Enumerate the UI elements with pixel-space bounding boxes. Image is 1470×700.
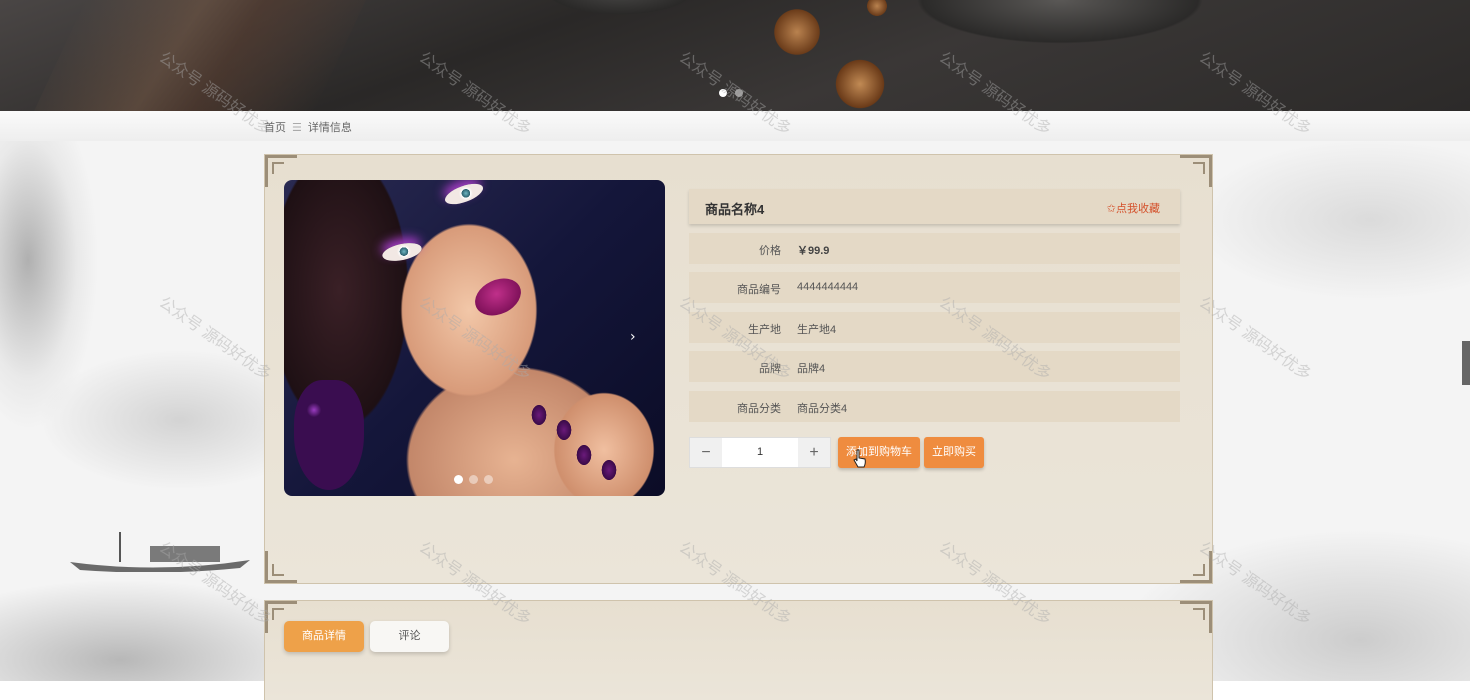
corner-ornament-icon [265,551,297,583]
breadcrumb: 首页 ☰ 详情信息 [264,119,352,135]
corner-ornament-icon [1180,551,1212,583]
field-value: 4444444444 [797,281,859,293]
info-row-price: 价格 ￥99.9 [689,233,1180,264]
product-title-row: 商品名称4 ✩点我收藏 [689,189,1180,224]
image-pagination[interactable] [454,475,493,484]
model-eye [380,240,424,264]
carousel-next-icon[interactable]: › [630,329,636,345]
model-eye [442,180,486,209]
breadcrumb-home-link[interactable]: 首页 [264,119,286,135]
product-name: 商品名称4 [705,202,765,217]
quantity-stepper[interactable]: − 1 + [689,437,831,468]
info-row-category: 商品分类 商品分类4 [689,391,1180,422]
tab-product-details[interactable]: 商品详情 [284,621,364,652]
boat-illustration [70,532,250,572]
field-label: 价格 [759,245,781,257]
corner-ornament-icon [1180,155,1212,187]
banner-dot[interactable] [735,89,743,97]
product-image-carousel[interactable] [284,180,665,496]
info-row-origin: 生产地 生产地4 [689,312,1180,343]
field-value: 生产地4 [797,324,837,336]
model-nails [529,400,649,480]
banner-ribbon [34,0,366,111]
hero-banner[interactable] [0,0,1470,111]
breadcrumb-current: 详情信息 [307,122,352,134]
field-value: 商品分类4 [797,403,848,415]
image-dot[interactable] [454,475,463,484]
banner-dot[interactable] [719,89,727,97]
quantity-plus-button[interactable]: + [798,438,830,467]
model-earring [294,380,364,490]
corner-ornament-icon [1180,601,1212,633]
quantity-input[interactable]: 1 [722,438,798,467]
info-row-brand: 品牌 品牌4 [689,351,1180,382]
info-row-product-code: 商品编号 4444444444 [689,272,1180,303]
field-label: 商品分类 [737,403,781,415]
breadcrumb-separator-icon: ☰ [292,121,302,134]
field-label: 品牌 [759,363,781,375]
image-dot[interactable] [484,475,493,484]
banner-pagination[interactable] [719,89,743,97]
quantity-minus-button[interactable]: − [690,438,722,467]
breadcrumb-bar [0,111,1470,141]
image-dot[interactable] [469,475,478,484]
field-label: 商品编号 [737,284,781,296]
buy-now-button[interactable]: 立即购买 [924,437,984,468]
add-to-cart-button[interactable]: 添加到购物车 [838,437,920,468]
favorite-button[interactable]: ✩点我收藏 [1107,200,1160,216]
field-value: 品牌4 [797,363,826,375]
scroll-handle[interactable] [1462,341,1470,385]
field-label: 生产地 [748,324,781,336]
tab-comments[interactable]: 评论 [370,621,449,652]
pointer-cursor-icon [853,449,866,468]
model-lips [469,271,527,323]
field-value: ￥99.9 [797,245,830,257]
